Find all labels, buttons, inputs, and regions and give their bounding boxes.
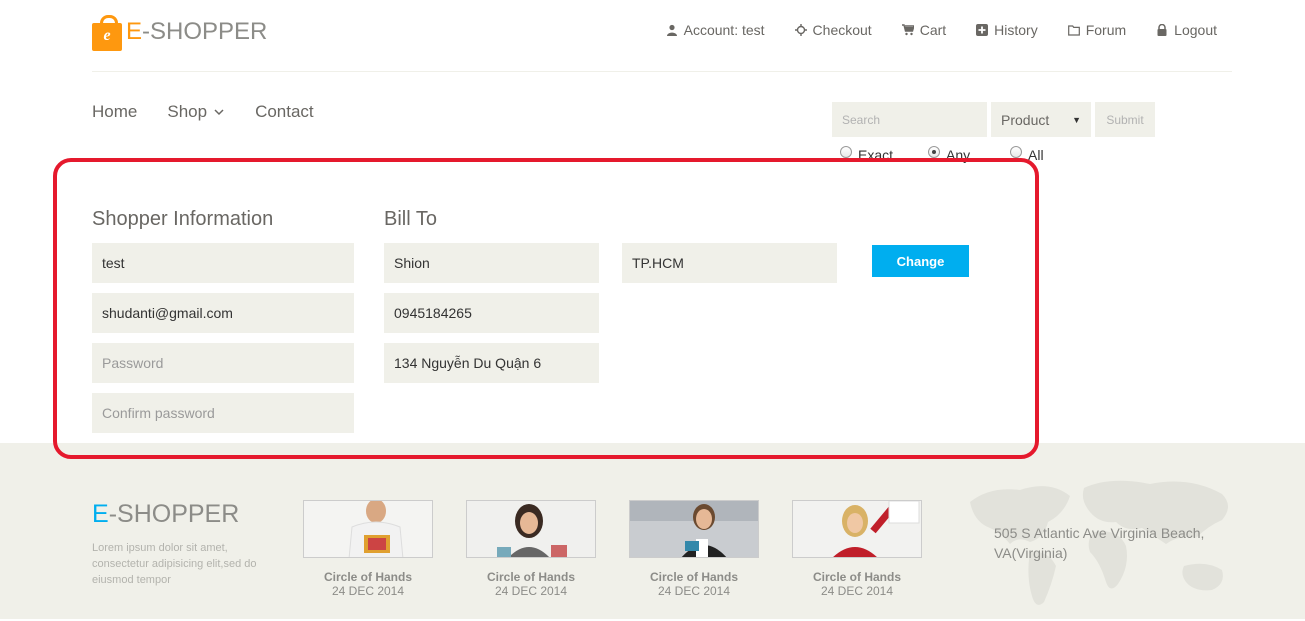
- plus-square-icon: [976, 24, 989, 36]
- change-button[interactable]: Change: [872, 245, 969, 277]
- checkout-link[interactable]: Checkout: [794, 22, 872, 38]
- cart-link[interactable]: Cart: [901, 22, 946, 38]
- logo-text: E-SHOPPER: [126, 18, 268, 45]
- search-category-select[interactable]: Product ▼: [991, 102, 1091, 137]
- nav-shop[interactable]: Shop: [167, 102, 225, 122]
- thumbnail-image-woman: [467, 501, 595, 557]
- thumbnail-image-sale-woman: [793, 501, 921, 557]
- main-nav: Home Shop Contact: [92, 102, 314, 122]
- dropdown-arrow-icon: ▼: [1072, 114, 1081, 125]
- shopper-info-heading: Shopper Information: [92, 208, 274, 230]
- bill-phone-field[interactable]: 0945184265: [384, 293, 599, 333]
- radio-any[interactable]: Any: [928, 141, 1010, 163]
- thumbnail-image-businesswoman: [630, 501, 758, 557]
- radio-all[interactable]: All: [1010, 141, 1044, 163]
- bill-name-field[interactable]: Shion: [384, 243, 599, 283]
- thumbnail-image-man: [304, 501, 432, 557]
- footer-video-card[interactable]: Circle of Hands 24 DEC 2014: [466, 500, 596, 598]
- footer-video-card[interactable]: Circle of Hands 24 DEC 2014: [629, 500, 759, 598]
- history-link[interactable]: History: [976, 22, 1038, 38]
- video-thumbnail[interactable]: [792, 500, 922, 558]
- radio-circle: [1010, 146, 1022, 158]
- footer-video-card[interactable]: Circle of Hands 24 DEC 2014: [792, 500, 922, 598]
- search-match-options: Exact Any All: [840, 141, 1044, 163]
- lock-icon: [1156, 24, 1168, 36]
- radio-circle: [840, 146, 852, 158]
- crosshairs-icon: [794, 24, 807, 36]
- footer-video-card[interactable]: Circle of Hands 24 DEC 2014: [303, 500, 433, 598]
- footer-logo[interactable]: E-SHOPPER: [92, 500, 239, 529]
- header-divider: [92, 71, 1232, 72]
- email-field[interactable]: shudanti@gmail.com: [92, 293, 354, 333]
- search-input[interactable]: Search: [832, 102, 987, 137]
- video-thumbnail[interactable]: [466, 500, 596, 558]
- password-field[interactable]: Password: [92, 343, 354, 383]
- account-link[interactable]: Account: test: [666, 22, 765, 38]
- logout-link[interactable]: Logout: [1156, 22, 1217, 38]
- footer-description: Lorem ipsum dolor sit amet, consectetur …: [92, 542, 257, 586]
- video-thumbnail[interactable]: [629, 500, 759, 558]
- footer-address: 505 S Atlantic Ave Virginia Beach, VA(Vi…: [994, 525, 1205, 561]
- radio-exact[interactable]: Exact: [840, 141, 928, 163]
- username-field[interactable]: test: [92, 243, 354, 283]
- bill-to-heading: Bill To: [384, 208, 437, 230]
- folder-icon: [1067, 24, 1080, 36]
- nav-home[interactable]: Home: [92, 102, 137, 122]
- nav-contact[interactable]: Contact: [255, 102, 314, 122]
- forum-link[interactable]: Forum: [1067, 22, 1126, 38]
- shopping-bag-icon: e: [92, 15, 122, 51]
- confirm-password-field[interactable]: Confirm password: [92, 393, 354, 433]
- cart-icon: [901, 24, 914, 36]
- bill-address-field[interactable]: 134 Nguyễn Du Quận 6: [384, 343, 599, 383]
- top-account-nav: Account: test Checkout Cart History Foru…: [666, 22, 1217, 38]
- user-icon: [666, 24, 678, 36]
- chevron-down-icon: [213, 106, 225, 118]
- radio-circle-checked: [928, 146, 940, 158]
- search-submit-button[interactable]: Submit: [1095, 102, 1155, 137]
- site-logo[interactable]: e E-SHOPPER: [92, 12, 267, 52]
- video-thumbnail[interactable]: [303, 500, 433, 558]
- bill-city-field[interactable]: TP.HCM: [622, 243, 837, 283]
